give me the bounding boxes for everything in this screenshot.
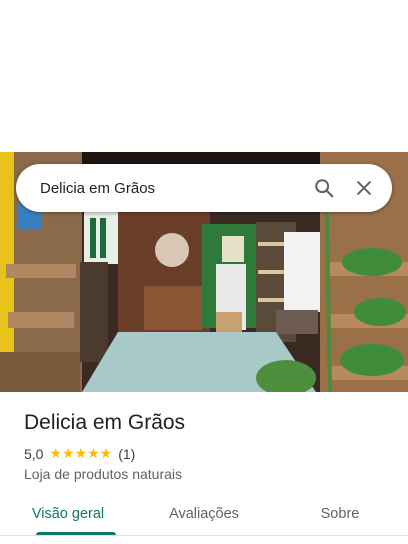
place-title: Delicia em Grãos [24,411,186,434]
place-tabs: Visão geral Avaliações Sobre [0,500,408,536]
review-count[interactable]: (1) [118,446,135,462]
search-query-text[interactable]: Delicia em Grãos [40,180,304,197]
rating-row[interactable]: 5,0 ★★★★★ (1) [24,445,135,462]
star-rating-icons: ★★★★★ [49,445,113,461]
search-icon[interactable] [304,168,344,208]
tabs-divider [0,535,408,536]
tab-about[interactable]: Sobre [272,500,408,536]
search-bar[interactable]: Delicia em Grãos [16,164,392,212]
rating-value: 5,0 [24,445,44,462]
close-icon[interactable] [344,168,384,208]
tab-reviews[interactable]: Avaliações [136,500,272,536]
place-category[interactable]: Loja de produtos naturais [24,466,182,482]
tab-overview[interactable]: Visão geral [0,500,136,536]
